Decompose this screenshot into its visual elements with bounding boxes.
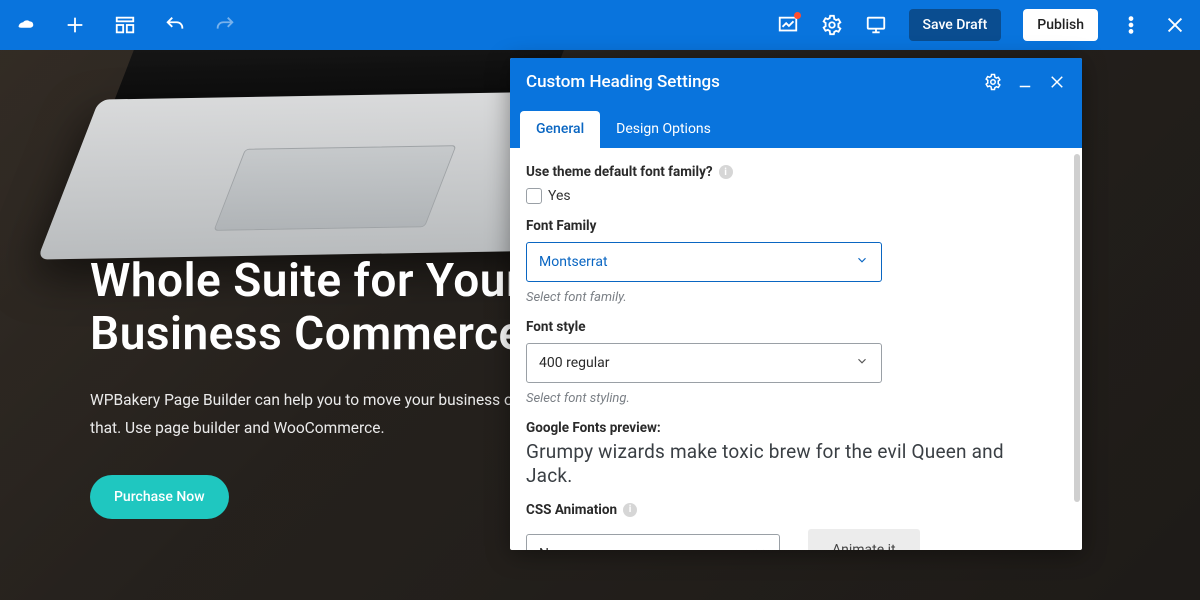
label-font-family: Font Family <box>526 218 1066 234</box>
settings-gear-icon[interactable] <box>821 14 843 36</box>
info-icon[interactable]: i <box>719 165 733 179</box>
panel-title: Custom Heading Settings <box>526 72 720 92</box>
google-fonts-preview-text: Grumpy wizards make toxic brew for the e… <box>526 440 1046 488</box>
select-css-animation-value: None <box>539 546 572 551</box>
info-icon[interactable]: i <box>623 503 637 517</box>
label-use-theme-default: Use theme default font family? i <box>526 164 1066 180</box>
checkbox-label: Yes <box>548 188 571 204</box>
publish-button[interactable]: Publish <box>1023 9 1098 41</box>
panel-body: Use theme default font family? i Yes Fon… <box>510 148 1082 550</box>
panel-close-icon[interactable] <box>1048 73 1066 91</box>
updates-chart-icon[interactable] <box>777 14 799 36</box>
label-css-animation: CSS Animation i <box>526 502 1066 518</box>
close-editor-icon[interactable] <box>1164 14 1186 36</box>
undo-icon[interactable] <box>164 14 186 36</box>
editor-toolbar: Save Draft Publish <box>0 0 1200 50</box>
chevron-down-icon <box>855 253 869 271</box>
panel-settings-gear-icon[interactable] <box>984 73 1002 91</box>
chevron-down-icon <box>855 354 869 372</box>
add-icon[interactable] <box>64 14 86 36</box>
notification-dot-icon <box>794 12 801 19</box>
responsive-preview-icon[interactable] <box>865 14 887 36</box>
select-font-family[interactable]: Montserrat <box>526 242 882 282</box>
save-draft-button[interactable]: Save Draft <box>909 9 1002 41</box>
panel-minimize-icon[interactable] <box>1016 73 1034 91</box>
panel-header[interactable]: Custom Heading Settings <box>510 58 1082 106</box>
label-font-style: Font style <box>526 319 1066 335</box>
select-font-style[interactable]: 400 regular <box>526 343 882 383</box>
checkbox-yes[interactable]: Yes <box>526 188 1066 204</box>
settings-panel: Custom Heading Settings General Design O… <box>510 58 1082 550</box>
checkbox-box-icon[interactable] <box>526 188 542 204</box>
select-font-family-value: Montserrat <box>539 254 608 270</box>
templates-icon[interactable] <box>114 14 136 36</box>
animate-it-button[interactable]: Animate it <box>808 529 920 551</box>
helper-font-style: Select font styling. <box>526 391 1066 406</box>
panel-scrollbar[interactable] <box>1074 154 1080 502</box>
tab-general[interactable]: General <box>520 111 600 148</box>
logo-icon[interactable] <box>14 14 36 36</box>
chevron-down-icon <box>753 545 767 551</box>
purchase-now-button[interactable]: Purchase Now <box>90 475 229 519</box>
tab-design-options[interactable]: Design Options <box>600 111 727 148</box>
more-options-icon[interactable] <box>1120 14 1142 36</box>
panel-tabs: General Design Options <box>510 106 1082 148</box>
redo-icon <box>214 14 236 36</box>
label-preview: Google Fonts preview: <box>526 420 1066 436</box>
select-css-animation[interactable]: None <box>526 534 780 551</box>
select-font-style-value: 400 regular <box>539 355 609 371</box>
helper-font-family: Select font family. <box>526 290 1066 305</box>
